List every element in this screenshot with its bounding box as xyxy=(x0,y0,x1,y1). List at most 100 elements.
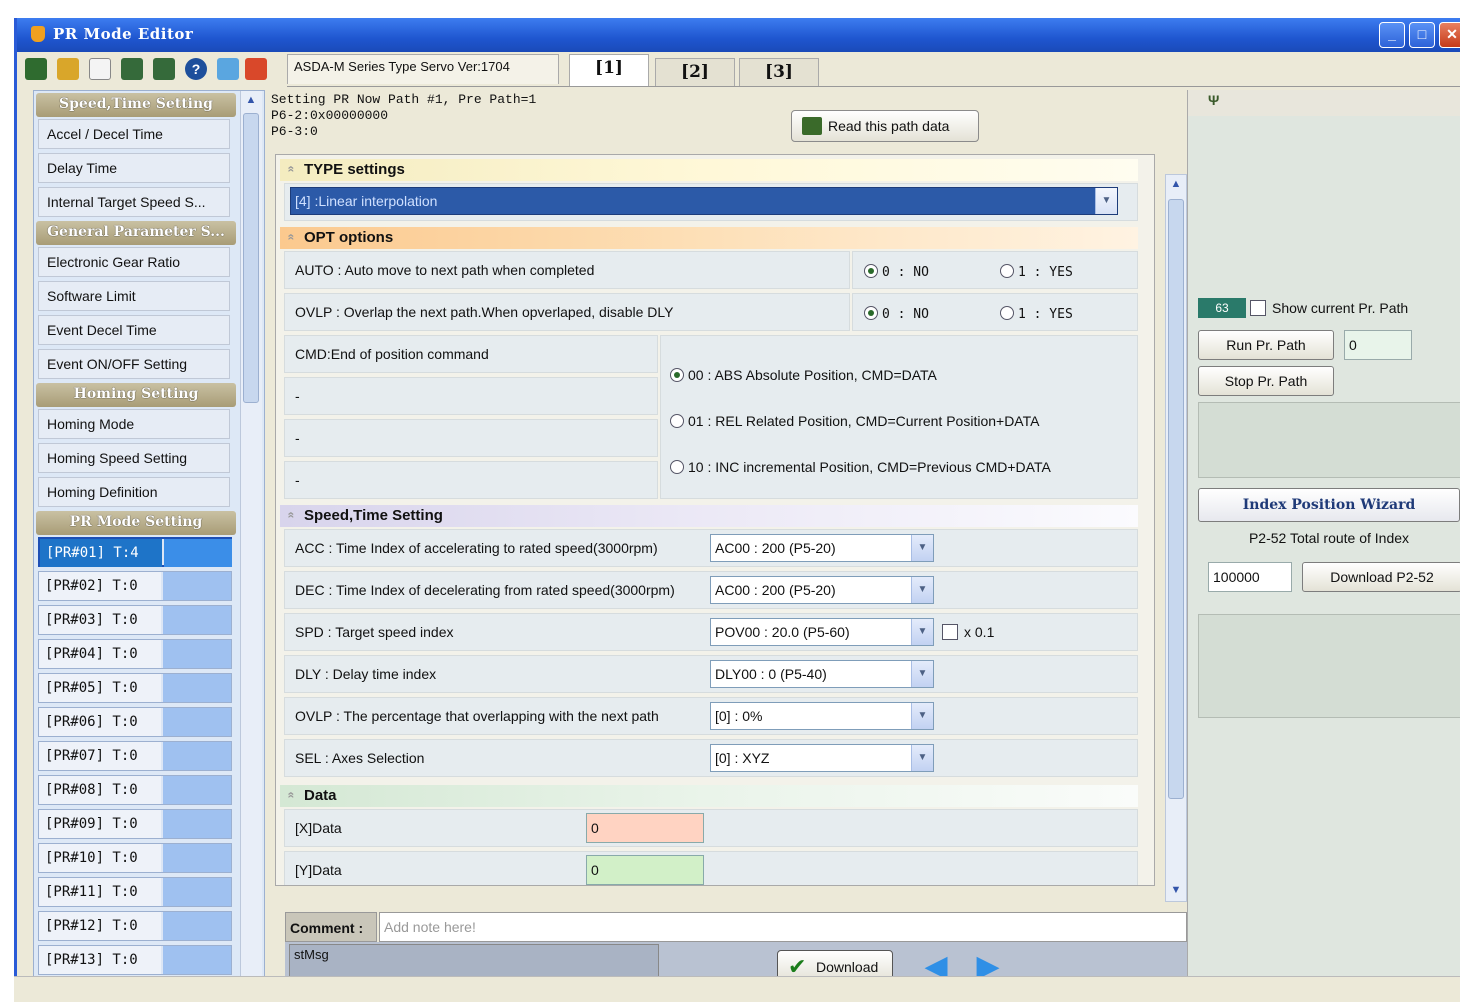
ovlp-no-radio[interactable]: 0 : NO xyxy=(864,305,929,325)
run-path-input[interactable]: 0 xyxy=(1344,330,1412,360)
dec-select[interactable]: AC00 : 200 (P5-20) ▼ xyxy=(710,576,934,604)
app-icon xyxy=(31,26,45,42)
new-file-icon[interactable] xyxy=(89,58,111,80)
sidebar-item-homing-speed[interactable]: Homing Speed Setting xyxy=(38,443,230,473)
tab-1[interactable]: [1] xyxy=(569,54,649,86)
pr-path-item[interactable]: [PR#10] T:0 xyxy=(38,843,232,873)
comment-label: Comment : xyxy=(285,912,377,942)
form-scrollbar[interactable]: ▲ ▼ xyxy=(1165,174,1187,902)
save-icon[interactable] xyxy=(25,58,47,80)
speed-time-header[interactable]: Speed,Time Setting xyxy=(280,505,1138,527)
pin-icon[interactable]: Ψ xyxy=(1208,92,1219,108)
exit-icon[interactable] xyxy=(245,58,267,80)
stop-path-button[interactable]: Stop Pr. Path xyxy=(1198,366,1334,396)
ovlp-yes-radio[interactable]: 1 : YES xyxy=(1000,305,1073,325)
tab-3[interactable]: [3] xyxy=(739,58,819,86)
pr-path-item[interactable]: [PR#07] T:0 xyxy=(38,741,232,771)
wizard-icon[interactable] xyxy=(217,58,239,80)
status-bar xyxy=(14,976,1460,1002)
pr-path-item[interactable]: [PR#09] T:0 xyxy=(38,809,232,839)
data-header[interactable]: Data xyxy=(280,785,1138,807)
sidebar-item-gear-ratio[interactable]: Electronic Gear Ratio xyxy=(38,247,230,277)
radio-off-icon xyxy=(670,414,684,428)
cmd-inc-radio[interactable]: 10 : INC incremental Position, CMD=Previ… xyxy=(670,457,1051,477)
spd-select-value: POV00 : 20.0 (P5-60) xyxy=(715,624,850,640)
run-path-button[interactable]: Run Pr. Path xyxy=(1198,330,1334,360)
sidebar-scrollbar[interactable]: ▲ ▼ xyxy=(240,91,262,993)
sidebar-item-homing-definition[interactable]: Homing Definition xyxy=(38,477,230,507)
sidebar-item-event-onoff[interactable]: Event ON/OFF Setting xyxy=(38,349,230,379)
group-homing[interactable]: Homing Setting xyxy=(36,383,236,407)
y-data-input[interactable]: 0 xyxy=(586,855,704,885)
sidebar: Speed,Time Setting Accel / Decel Time De… xyxy=(33,90,265,994)
pr-path-item[interactable]: [PR#08] T:0 xyxy=(38,775,232,805)
group-speed-time[interactable]: Speed,Time Setting xyxy=(36,93,236,117)
help-icon[interactable]: ? xyxy=(185,58,207,80)
pr-path-item[interactable]: [PR#11] T:0 xyxy=(38,877,232,907)
sidebar-scroll-thumb[interactable] xyxy=(243,113,259,403)
comment-input[interactable]: Add note here! xyxy=(379,912,1187,942)
tab-2[interactable]: [2] xyxy=(655,58,735,86)
read-from-drive-icon[interactable] xyxy=(121,58,143,80)
write-to-drive-icon[interactable] xyxy=(153,58,175,80)
sidebar-item-homing-mode[interactable]: Homing Mode xyxy=(38,409,230,439)
sel-label: SEL : Axes Selection xyxy=(295,750,425,766)
dly-select[interactable]: DLY00 : 0 (P5-40) ▼ xyxy=(710,660,934,688)
sel-select[interactable]: [0] : XYZ ▼ xyxy=(710,744,934,772)
x-data-input[interactable]: 0 xyxy=(586,813,704,843)
acc-select[interactable]: AC00 : 200 (P5-20) ▼ xyxy=(710,534,934,562)
sidebar-item-event-decel[interactable]: Event Decel Time xyxy=(38,315,230,345)
maximize-button[interactable]: □ xyxy=(1409,22,1435,48)
pr-path-item[interactable]: [PR#04] T:0 xyxy=(38,639,232,669)
opt-options-header[interactable]: OPT options xyxy=(280,227,1138,249)
pr-path-label: [PR#13] T:0 xyxy=(39,946,161,974)
download-p2-52-button[interactable]: Download P2-52 xyxy=(1302,562,1460,592)
pr-path-item[interactable]: [PR#01] T:4 xyxy=(38,537,232,567)
pr-path-bar xyxy=(163,708,231,736)
type-settings-header[interactable]: TYPE settings xyxy=(280,159,1138,181)
type-select[interactable]: [4] :Linear interpolation ▼ xyxy=(290,187,1118,215)
scroll-up-icon[interactable]: ▲ xyxy=(243,91,259,109)
close-button[interactable]: ✕ xyxy=(1439,22,1460,48)
form-scroll-thumb[interactable] xyxy=(1168,199,1184,799)
pr-path-item[interactable]: [PR#06] T:0 xyxy=(38,707,232,737)
auto-no-radio[interactable]: 0 : NO xyxy=(864,263,929,283)
pr-path-item[interactable]: [PR#02] T:0 xyxy=(38,571,232,601)
cmd-rel-radio[interactable]: 01 : REL Related Position, CMD=Current P… xyxy=(670,411,1039,431)
servo-version-label: ASDA-M Series Type Servo Ver:1704 xyxy=(287,54,559,84)
chevron-down-icon: ▼ xyxy=(911,535,933,561)
group-pr-mode[interactable]: PR Mode Setting xyxy=(36,511,236,535)
cmd-rel-label: 01 : REL Related Position, CMD=Current P… xyxy=(688,413,1040,429)
pr-path-item[interactable]: [PR#03] T:0 xyxy=(38,605,232,635)
chevron-down-icon: ▼ xyxy=(1095,188,1117,214)
ovlp-pct-select[interactable]: [0] : 0% ▼ xyxy=(710,702,934,730)
pr-path-label: [PR#10] T:0 xyxy=(39,844,161,872)
minimize-button[interactable]: _ xyxy=(1379,22,1405,48)
pr-path-item[interactable]: [PR#13] T:0 xyxy=(38,945,232,975)
x-data-row: [X]Data xyxy=(284,809,1138,847)
sidebar-item-delay-time[interactable]: Delay Time xyxy=(38,153,230,183)
auto-yes-radio[interactable]: 1 : YES xyxy=(1000,263,1073,283)
cmd-abs-radio[interactable]: 00 : ABS Absolute Position, CMD=DATA xyxy=(670,365,937,385)
x01-checkbox[interactable]: x 0.1 xyxy=(942,622,994,642)
group-general[interactable]: General Parameter S... xyxy=(36,221,236,245)
scroll-down-icon[interactable]: ▼ xyxy=(1168,881,1184,899)
spd-select[interactable]: POV00 : 20.0 (P5-60) ▼ xyxy=(710,618,934,646)
scroll-up-icon[interactable]: ▲ xyxy=(1168,175,1184,193)
auto-option-label: AUTO : Auto move to next path when compl… xyxy=(284,251,850,289)
read-path-data-button[interactable]: Read this path data xyxy=(791,110,979,142)
sidebar-item-software-limit[interactable]: Software Limit xyxy=(38,281,230,311)
ovlp-pct-select-value: [0] : 0% xyxy=(715,708,763,724)
pr-path-item[interactable]: [PR#05] T:0 xyxy=(38,673,232,703)
sidebar-item-internal-speed[interactable]: Internal Target Speed S... xyxy=(38,187,230,217)
sidebar-item-accel-decel[interactable]: Accel / Decel Time xyxy=(38,119,230,149)
right-lower-box xyxy=(1198,614,1460,718)
index-position-wizard-button[interactable]: Index Position Wizard xyxy=(1198,488,1460,522)
p2-52-input[interactable]: 100000 xyxy=(1208,562,1292,592)
title-bar: PR Mode Editor _ □ ✕ xyxy=(17,18,1460,52)
pr-path-label: [PR#03] T:0 xyxy=(39,606,161,634)
open-folder-icon[interactable] xyxy=(57,58,79,80)
pr-path-item[interactable]: [PR#12] T:0 xyxy=(38,911,232,941)
show-current-checkbox[interactable]: Show current Pr. Path xyxy=(1250,298,1408,318)
chevron-down-icon: ▼ xyxy=(911,619,933,645)
